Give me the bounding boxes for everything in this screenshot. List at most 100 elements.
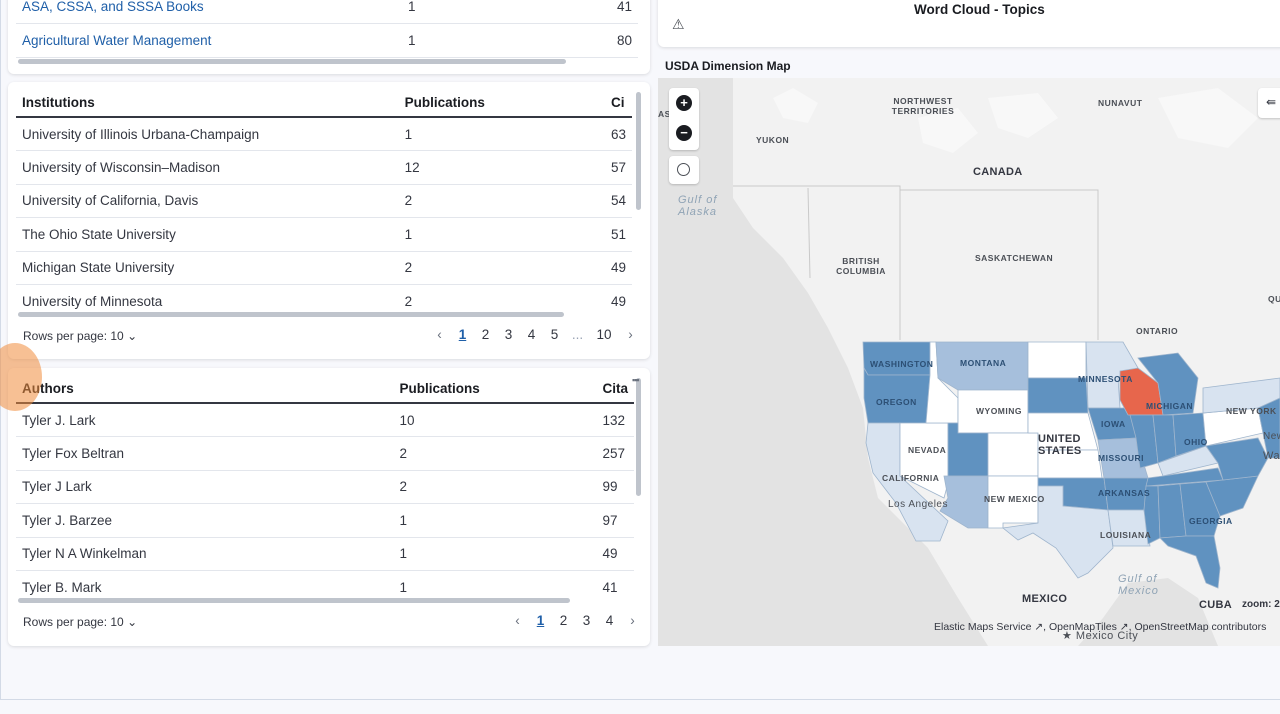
table-row: University of California, Davis 2 54 — [16, 184, 632, 218]
col-header-citations[interactable]: Cita — [596, 375, 634, 404]
vertical-scrollbar[interactable] — [636, 378, 641, 496]
map-label-georgia: GEORGIA — [1189, 516, 1233, 526]
prev-page-icon[interactable]: ‹ — [428, 327, 451, 342]
vertical-scrollbar[interactable] — [636, 92, 641, 210]
table-row: Michigan State University 2 49 — [16, 251, 632, 285]
institutions-panel: Institutions Publications Ci University … — [8, 82, 650, 359]
pubs-cell: 1 — [393, 537, 597, 571]
pubs-cell: 2 — [398, 184, 605, 218]
institution-name: University of Minnesota — [16, 284, 399, 309]
chevron-down-icon: ⌄ — [127, 615, 138, 629]
map-label-new: New — [1263, 431, 1280, 442]
map-label-gulf-of-alaska: Gulf of Alaska — [678, 194, 718, 218]
page-2[interactable]: 2 — [552, 613, 575, 628]
map-label-gulf-of-mexico: Gulf of Mexico — [1118, 573, 1159, 597]
author-name: Tyler J. Barzee — [16, 503, 394, 538]
map-label-louisiana: LOUISIANA — [1100, 530, 1152, 540]
col-header-publications[interactable]: Publications — [393, 375, 597, 404]
map-label-northwest-territories: NORTHWEST TERRITORIES — [891, 96, 955, 116]
state-oregon — [863, 366, 931, 424]
locate-control — [669, 156, 699, 184]
journals-table: ASA, CSSA, and SSSA Books 1 41 Agricultu… — [16, 0, 638, 58]
rows-per-page-label: Rows per page: 10 — [23, 329, 124, 343]
institutions-table: Institutions Publications Ci University … — [16, 89, 632, 309]
journal-link[interactable]: Agricultural Water Management — [16, 23, 402, 58]
map-label-oregon: OREGON — [876, 397, 917, 407]
zoom-controls: + − — [669, 88, 699, 150]
panel-drag-handle[interactable]: ▪▪▪ — [632, 375, 640, 385]
table-row: University of Illinois Urbana-Champaign 1… — [16, 117, 632, 151]
pubs-cell: 1 — [401, 0, 611, 24]
cit-cell: 80 — [610, 23, 638, 58]
map-label-wyoming: WYOMING — [976, 406, 1022, 416]
journal-link[interactable]: ASA, CSSA, and SSSA Books — [16, 0, 402, 24]
authors-panel: Authors Publications Cita Tyler J. Lark 1… — [8, 368, 650, 646]
pubs-cell: 2 — [393, 436, 597, 471]
map-label-qu: QU — [1268, 294, 1280, 304]
institution-name: The Ohio State University — [16, 217, 399, 252]
page-3[interactable]: 3 — [497, 327, 520, 342]
institution-name: University of Wisconsin–Madison — [16, 150, 399, 185]
layers-toggle-icon[interactable]: ⇚ — [1266, 95, 1276, 109]
col-header-authors[interactable]: Authors — [16, 375, 394, 404]
col-header-institutions[interactable]: Institutions — [16, 89, 399, 118]
col-header-citations[interactable]: Ci — [604, 89, 632, 118]
map-label-missouri: MISSOURI — [1098, 453, 1145, 463]
col-header-publications[interactable]: Publications — [398, 89, 605, 118]
map-label-washington: WASHINGTON — [870, 359, 934, 369]
page-3[interactable]: 3 — [575, 613, 598, 628]
horizontal-scrollbar[interactable] — [18, 312, 564, 317]
horizontal-scrollbar[interactable] — [18, 59, 566, 64]
rows-per-page-select[interactable]: Rows per page: 10 ⌄ — [23, 329, 137, 343]
author-name: Tyler J. Lark — [16, 403, 394, 437]
map-label-nunavut: NUNAVUT — [1098, 98, 1143, 108]
map-label-michigan: MICHIGAN — [1146, 401, 1193, 411]
map-label-iowa: IOWA — [1101, 419, 1126, 429]
table-row: Tyler J. Barzee 1 97 — [16, 503, 634, 538]
usda-dimension-map[interactable]: NORTHWEST TERRITORIES NUNAVUT YUKON CANA… — [658, 78, 1280, 646]
table-row: University of Minnesota 2 49 — [16, 284, 632, 309]
cit-cell: 99 — [596, 470, 634, 504]
map-label-canada: CANADA — [973, 166, 1023, 178]
table-row: University of Wisconsin–Madison 12 57 — [16, 150, 632, 185]
state-louisiana — [1107, 509, 1151, 547]
horizontal-scrollbar[interactable] — [18, 598, 570, 603]
institution-name: Michigan State University — [16, 251, 399, 285]
table-footer: Rows per page: 10 ⌄ ‹ 1 2 3 4 5 ... 10 › — [8, 322, 650, 352]
page-1[interactable]: 1 — [529, 613, 552, 628]
pagination: ‹ 1 2 3 4 5 ... 10 › — [428, 327, 642, 342]
cit-cell: 49 — [596, 537, 634, 571]
layers-control: ⇚ — [1258, 88, 1280, 118]
page-4[interactable]: 4 — [520, 327, 543, 342]
author-name: Tyler Fox Beltran — [16, 436, 394, 471]
table-row: Tyler B. Mark 1 41 — [16, 570, 634, 595]
page-4[interactable]: 4 — [598, 613, 621, 628]
page-1[interactable]: 1 — [451, 327, 474, 342]
map-title: USDA Dimension Map — [665, 59, 791, 73]
authors-table: Authors Publications Cita Tyler J. Lark 1… — [16, 375, 634, 595]
page-5[interactable]: 5 — [543, 327, 566, 342]
map-label-ohio: OHIO — [1184, 437, 1208, 447]
pubs-cell: 10 — [393, 403, 597, 437]
crosshair-icon[interactable] — [677, 163, 690, 176]
table-row: Agricultural Water Management 1 80 — [16, 23, 638, 58]
institution-name: University of California, Davis — [16, 184, 399, 218]
map-label-united-states: UNITED STATES — [1038, 433, 1082, 457]
zoom-out-icon[interactable]: − — [676, 125, 692, 141]
rows-per-page-select[interactable]: Rows per page: 10 ⌄ — [23, 615, 137, 629]
page-10[interactable]: 10 — [589, 327, 619, 342]
prev-page-icon[interactable]: ‹ — [506, 613, 529, 628]
table-footer: Rows per page: 10 ⌄ ‹ 1 2 3 4 › — [8, 608, 650, 638]
pubs-cell: 2 — [398, 284, 605, 309]
warning-icon: ⚠ — [672, 16, 685, 32]
zoom-level: zoom: 2 — [1242, 599, 1280, 610]
zoom-in-icon[interactable]: + — [676, 95, 692, 111]
page-2[interactable]: 2 — [474, 327, 497, 342]
map-attribution[interactable]: Elastic Maps Service ↗, OpenMapTiles ↗, … — [934, 621, 1266, 633]
next-page-icon[interactable]: › — [621, 613, 644, 628]
cit-cell: 41 — [596, 570, 634, 595]
next-page-icon[interactable]: › — [619, 327, 642, 342]
cit-cell: 41 — [610, 0, 638, 24]
table-row: Tyler N A Winkelman 1 49 — [16, 537, 634, 571]
institution-name: University of Illinois Urbana-Champaign — [16, 117, 399, 151]
